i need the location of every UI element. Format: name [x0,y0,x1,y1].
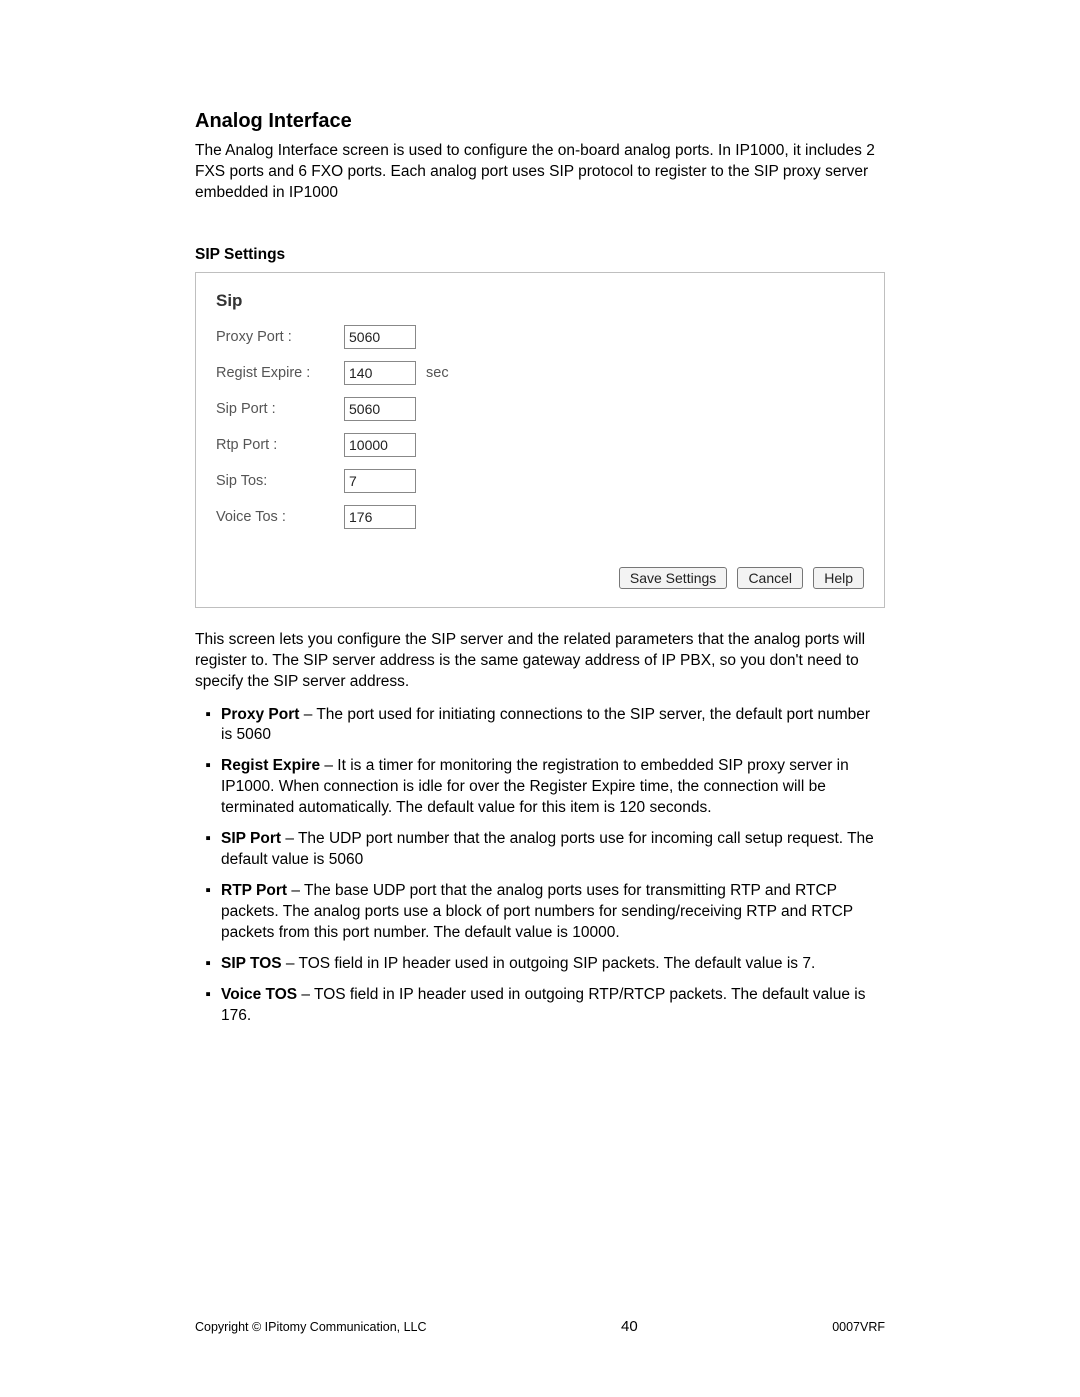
bullet-text: SIP TOS – TOS field in IP header used in… [221,954,885,975]
page-footer: Copyright © IPitomy Communication, LLC 4… [195,1318,885,1335]
bullet-term: RTP Port [221,882,287,899]
cancel-button[interactable]: Cancel [737,567,803,589]
row-rtp-port: Rtp Port : [216,433,864,457]
bullet-term: SIP Port [221,830,281,847]
bullet-term: Regist Expire [221,757,320,774]
label-sip-port: Sip Port : [216,401,344,417]
label-rtp-port: Rtp Port : [216,437,344,453]
input-proxy-port[interactable] [344,325,416,349]
input-voice-tos[interactable] [344,505,416,529]
page-title: Analog Interface [195,110,885,133]
bullet-list: ▪ Proxy Port – The port used for initiat… [195,705,885,1027]
footer-copyright: Copyright © IPitomy Communication, LLC [195,1320,427,1334]
bullet-icon: ▪ [195,756,221,819]
input-sip-port[interactable] [344,397,416,421]
bullet-sip-port: ▪ SIP Port – The UDP port number that th… [195,829,885,871]
label-voice-tos: Voice Tos : [216,509,344,525]
bullet-icon: ▪ [195,705,221,747]
intro-paragraph: The Analog Interface screen is used to c… [195,141,885,204]
description-paragraph: This screen lets you configure the SIP s… [195,630,885,693]
bullet-icon: ▪ [195,985,221,1027]
bullet-body: – TOS field in IP header used in outgoin… [221,986,866,1024]
bullet-body: – The port used for initiating connectio… [221,706,870,744]
bullet-icon: ▪ [195,954,221,975]
label-sip-tos: Sip Tos: [216,473,344,489]
bullet-text: Voice TOS – TOS field in IP header used … [221,985,885,1027]
bullet-body: – The base UDP port that the analog port… [221,882,853,941]
label-proxy-port: Proxy Port : [216,329,344,345]
row-voice-tos: Voice Tos : [216,505,864,529]
row-proxy-port: Proxy Port : [216,325,864,349]
row-sip-tos: Sip Tos: [216,469,864,493]
document-page: Analog Interface The Analog Interface sc… [0,0,1080,1397]
bullet-proxy-port: ▪ Proxy Port – The port used for initiat… [195,705,885,747]
bullet-text: SIP Port – The UDP port number that the … [221,829,885,871]
row-sip-port: Sip Port : [216,397,864,421]
bullet-text: RTP Port – The base UDP port that the an… [221,881,885,944]
bullet-body: – The UDP port number that the analog po… [221,830,874,868]
bullet-icon: ▪ [195,829,221,871]
footer-doc-id: 0007VRF [832,1320,885,1334]
sip-settings-heading: SIP Settings [195,246,885,264]
bullet-term: Voice TOS [221,986,297,1003]
label-regist-expire: Regist Expire : [216,365,344,381]
sip-settings-panel: Sip Proxy Port : Regist Expire : sec Sip… [195,272,885,608]
input-sip-tos[interactable] [344,469,416,493]
bullet-term: Proxy Port [221,706,299,723]
bullet-text: Regist Expire – It is a timer for monito… [221,756,885,819]
help-button[interactable]: Help [813,567,864,589]
bullet-term: SIP TOS [221,955,282,972]
bullet-sip-tos: ▪ SIP TOS – TOS field in IP header used … [195,954,885,975]
button-row: Save Settings Cancel Help [216,567,864,589]
input-rtp-port[interactable] [344,433,416,457]
save-settings-button[interactable]: Save Settings [619,567,727,589]
input-regist-expire[interactable] [344,361,416,385]
panel-title: Sip [216,291,864,311]
bullet-icon: ▪ [195,881,221,944]
bullet-voice-tos: ▪ Voice TOS – TOS field in IP header use… [195,985,885,1027]
bullet-body: – TOS field in IP header used in outgoin… [282,955,816,972]
unit-regist-expire: sec [426,365,449,381]
bullet-rtp-port: ▪ RTP Port – The base UDP port that the … [195,881,885,944]
bullet-regist-expire: ▪ Regist Expire – It is a timer for moni… [195,756,885,819]
row-regist-expire: Regist Expire : sec [216,361,864,385]
bullet-text: Proxy Port – The port used for initiatin… [221,705,885,747]
footer-page-number: 40 [621,1318,638,1335]
